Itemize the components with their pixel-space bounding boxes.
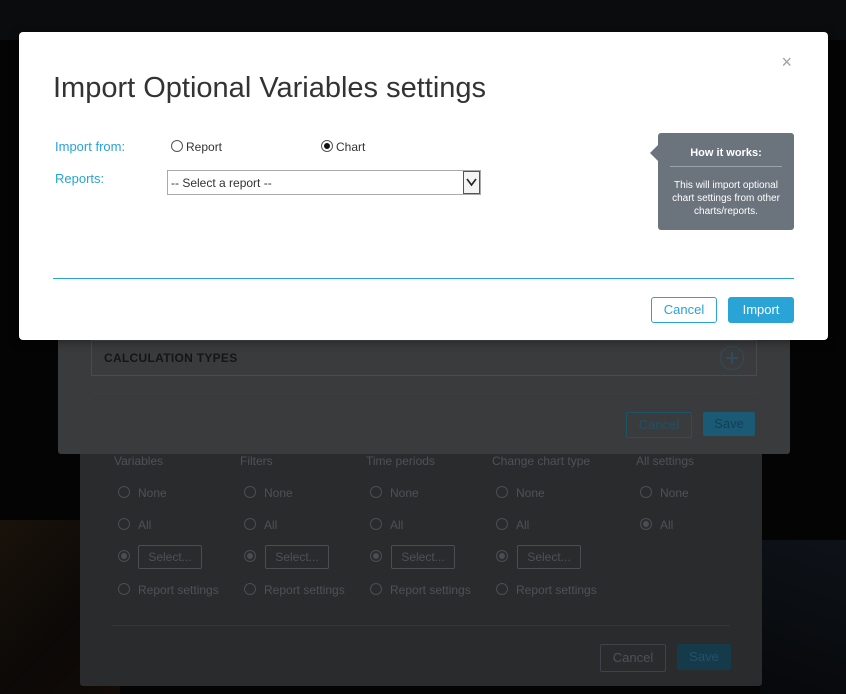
radio-chart-type-all[interactable] (496, 518, 508, 530)
radio-label: Report settings (264, 583, 345, 597)
import-settings-modal: × Import Optional Variables settings Imp… (19, 32, 828, 340)
radio-label: All (264, 518, 278, 532)
radio-label: None (390, 486, 419, 500)
tooltip-divider (670, 166, 782, 167)
radio-variables-select[interactable] (118, 550, 130, 562)
column-title-all-settings: All settings (636, 454, 695, 468)
chevron-down-icon[interactable] (463, 171, 480, 194)
column-title-variables: Variables (114, 454, 164, 468)
radio-label: None (138, 486, 167, 500)
radio-time-periods-none[interactable] (370, 486, 382, 498)
column-title-filters: Filters (240, 454, 273, 468)
radio-chart[interactable] (321, 140, 333, 152)
radio-variables-none[interactable] (118, 486, 130, 498)
radio-label: None (516, 486, 545, 500)
calculation-types-section[interactable]: CALCULATION TYPES (91, 340, 757, 376)
save-button[interactable]: Save (703, 412, 755, 436)
radio-time-periods-all[interactable] (370, 518, 382, 530)
tooltip-title: How it works: (690, 147, 762, 159)
how-it-works-tooltip: How it works: This will import optional … (650, 133, 794, 230)
settings-dialog: Variables Filters Time periods Change ch… (80, 444, 762, 686)
radio-report[interactable] (171, 140, 183, 152)
radio-chart-type-none[interactable] (496, 486, 508, 498)
radio-filters-none[interactable] (244, 486, 256, 498)
radio-variables-report-settings[interactable] (118, 583, 130, 595)
import-from-label: Import from: (55, 139, 126, 154)
save-button[interactable]: Save (677, 644, 731, 670)
select-chart-type-button[interactable]: Select... (517, 545, 581, 569)
tooltip-body: This will import optional chart settings… (672, 180, 780, 217)
radio-all-settings-all[interactable] (640, 518, 652, 530)
radio-label: All (390, 518, 404, 532)
reports-label: Reports: (55, 171, 105, 186)
radio-chart-type-select[interactable] (496, 550, 508, 562)
radio-all-settings-none[interactable] (640, 486, 652, 498)
radio-label-report: Report (186, 140, 223, 154)
modal-divider (53, 278, 794, 279)
import-from-chart-option[interactable]: Chart (321, 140, 365, 154)
radio-label: All (138, 518, 152, 532)
close-icon[interactable]: × (781, 52, 792, 73)
report-select[interactable]: -- Select a report -- (167, 170, 481, 195)
column-title-time-periods: Time periods (366, 454, 435, 468)
radio-label: All (516, 518, 530, 532)
radio-label: None (264, 486, 293, 500)
cancel-button[interactable]: Cancel (651, 297, 717, 323)
import-button[interactable]: Import (728, 297, 794, 323)
modal-title: Import Optional Variables settings (53, 72, 487, 104)
import-from-report-option[interactable]: Report (171, 140, 222, 154)
radio-chart-type-report-settings[interactable] (496, 583, 508, 595)
radio-time-periods-report-settings[interactable] (370, 583, 382, 595)
select-variables-button[interactable]: Select... (138, 545, 202, 569)
radio-filters-report-settings[interactable] (244, 583, 256, 595)
radio-label: Report settings (390, 583, 471, 597)
cancel-button[interactable]: Cancel (626, 412, 692, 438)
divider (112, 625, 730, 626)
radio-label: Report settings (138, 583, 219, 597)
radio-label: Report settings (516, 583, 597, 597)
section-label: CALCULATION TYPES (104, 351, 238, 365)
radio-variables-all[interactable] (118, 518, 130, 530)
radio-filters-select[interactable] (244, 550, 256, 562)
cancel-button[interactable]: Cancel (600, 644, 666, 672)
radio-time-periods-select[interactable] (370, 550, 382, 562)
select-filters-button[interactable]: Select... (265, 545, 329, 569)
radio-label-chart: Chart (336, 140, 366, 154)
report-select-value: -- Select a report -- (171, 176, 272, 190)
column-title-change-chart-type: Change chart type (492, 454, 591, 468)
expand-plus-icon[interactable] (720, 346, 744, 370)
radio-filters-all[interactable] (244, 518, 256, 530)
radio-label: None (660, 486, 689, 500)
radio-label: All (660, 518, 674, 532)
select-time-periods-button[interactable]: Select... (391, 545, 455, 569)
divider (91, 393, 756, 394)
